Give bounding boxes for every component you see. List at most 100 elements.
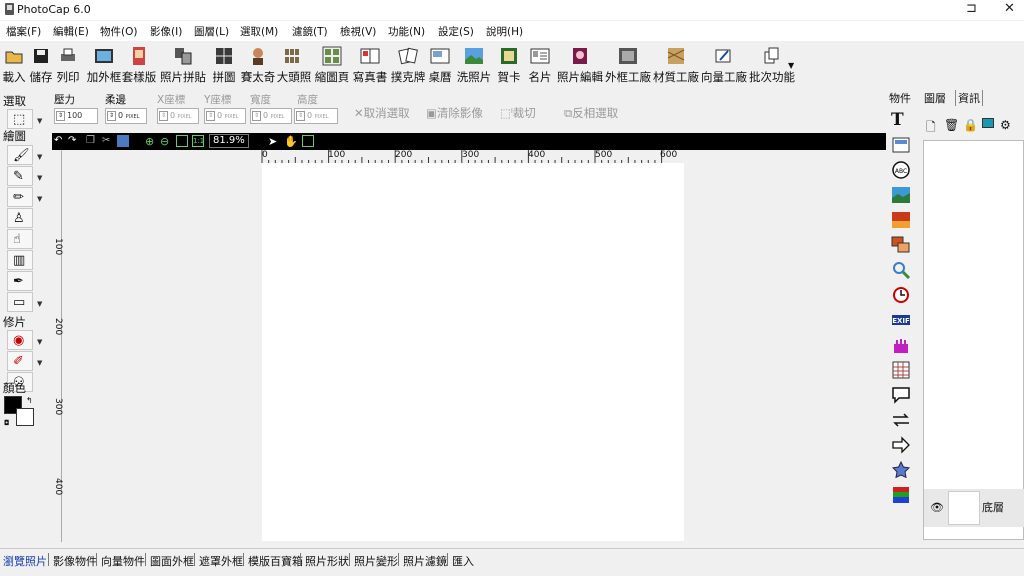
fullscreen-icon[interactable] [302,135,314,147]
close-icon[interactable]: ✕ [1004,1,1015,16]
menu-edit[interactable]: 編輯(E) [53,24,89,39]
rect-select-tool[interactable]: ⬚ [7,109,33,129]
print-button[interactable]: 列印 [57,43,80,88]
birthday-cake-icon[interactable] [891,335,911,355]
crop-button[interactable]: ⬚ˡ裁切 [500,105,536,121]
menu-view[interactable]: 檢視(V) [340,24,376,39]
menu-function[interactable]: 功能(N) [388,24,425,39]
invert-select-button[interactable]: ⧉反相選取 [564,105,618,121]
clock-icon[interactable] [891,285,911,305]
tab-layers[interactable]: 圖層 [922,90,948,106]
greeting-card-button[interactable]: 賀卡 [497,43,521,88]
image-object-icon[interactable] [891,185,911,205]
width-spinner[interactable]: ⇕ 0 PIXEL [250,108,292,124]
tab-import[interactable]: 匯入 [452,553,474,569]
double-arrow-icon[interactable] [891,410,911,430]
tab-picture-frames[interactable]: 圖面外框 [150,553,194,569]
mosaic-button[interactable]: 賽太奇 [241,43,275,88]
eyedropper-tool[interactable]: ✒ [7,271,33,291]
red-eye-tool[interactable]: ◉ [7,330,33,350]
photo-collage-button[interactable]: 照片拼貼 [160,43,206,88]
frame-factory-button[interactable]: 外框工廠 [605,43,651,88]
shape-tool[interactable]: ▭ [7,292,33,312]
layer-settings-icon[interactable]: ⚙ [1000,118,1011,132]
zoom-in-icon[interactable]: ⊕ [145,135,157,148]
menu-image[interactable]: 影像(I) [150,24,182,39]
copy-icon[interactable]: ❐ [86,135,98,147]
id-photo-button[interactable]: 大頭照 [277,43,311,88]
x-coord-spinner[interactable]: ⇕ 0 PIXEL [157,108,199,124]
vector-factory-button[interactable]: 向量工廠 [701,43,747,88]
text-box-icon[interactable] [891,135,911,155]
restore-icon[interactable]: ⊐ [966,1,977,16]
trash-icon[interactable]: 🗑 [944,118,959,132]
swap-colors-icon[interactable]: ↰ [26,396,33,405]
tab-vector-objects[interactable]: 向量物件 [101,553,145,569]
actual-size-icon[interactable]: 1:1 [192,135,204,147]
red-eye-dropdown-icon[interactable]: ▼ [37,338,42,346]
photo-stack-icon[interactable] [891,235,911,255]
text-tool-icon[interactable]: T [891,110,911,130]
sunset-photo-icon[interactable] [891,210,911,230]
menu-file[interactable]: 檔案(F) [6,24,41,39]
menu-layer[interactable]: 圖層(L) [194,24,229,39]
gradient-tool[interactable]: ▥ [7,250,33,270]
height-spinner[interactable]: ⇕ 0 PIXEL [294,108,338,124]
eraser-dropdown-icon[interactable]: ▼ [37,174,42,182]
brush-dropdown-icon[interactable]: ▼ [37,153,42,161]
layer-row[interactable]: 👁 底層 [924,489,1024,527]
tab-browse-photos[interactable]: 瀏覽照片 [3,553,47,569]
load-button[interactable]: 載入 [3,43,26,88]
feather-spinner[interactable]: ⇕ 0 PIXEL [105,108,147,124]
blank-canvas-page[interactable] [262,163,684,541]
tab-info[interactable]: 資訊 [955,90,983,106]
fit-window-icon[interactable] [176,135,188,147]
pressure-spinner[interactable]: ⇕ 100 [54,108,98,124]
undo-icon[interactable]: ↶ [54,135,66,147]
save-button[interactable]: 儲存 [30,43,53,88]
photo-book-button[interactable]: 寫真書 [353,43,387,88]
pencil-tool[interactable]: ✏ [7,187,33,207]
pointer-arrow-icon[interactable]: ➤ [268,135,280,148]
background-color-swatch[interactable] [16,408,34,426]
speech-bubble-icon[interactable] [891,385,911,405]
calendar-button[interactable]: 桌曆 [428,43,452,88]
tab-template-box[interactable]: 模版百寶箱 [248,553,303,569]
menu-filter[interactable]: 濾鏡(T) [292,24,328,39]
layer-thumbnail-icon[interactable] [982,118,994,128]
visibility-eye-icon[interactable]: 👁 [930,501,944,514]
star-shape-icon[interactable] [891,460,911,480]
abc-bubble-icon[interactable]: ABC [891,160,911,180]
tab-mask-frames[interactable]: 遮罩外框 [199,553,243,569]
paste-icon[interactable] [117,135,129,147]
print-photo-button[interactable]: 洗照片 [457,43,491,88]
pencil-dropdown-icon[interactable]: ▼ [37,195,42,203]
photo-edit-button[interactable]: 照片編輯 [557,43,603,88]
reset-colors-icon[interactable]: ◘ [4,419,10,427]
menu-settings[interactable]: 設定(S) [438,24,474,39]
lock-icon[interactable]: 🔒 [963,118,978,132]
select-dropdown-icon[interactable]: ▼ [37,117,42,125]
apply-template-button[interactable]: 套樣版 [122,43,156,88]
tab-photo-shapes[interactable]: 照片形狀 [305,553,349,569]
calendar-grid-icon[interactable] [891,360,911,380]
tab-photo-deform[interactable]: 照片變形 [354,553,398,569]
batch-dropdown-arrow-icon[interactable]: ▼ [788,61,794,70]
zoom-out-icon[interactable]: ⊖ [160,135,172,148]
shape-dropdown-icon[interactable]: ▼ [37,300,42,308]
tab-image-objects[interactable]: 影像物件 [53,553,97,569]
business-card-button[interactable]: 名片 [528,43,552,88]
retouch-dropdown-icon[interactable]: ▼ [37,359,42,367]
hand-pan-icon[interactable]: ✋ [284,135,298,148]
brush-tool[interactable]: 🖌 [7,145,33,165]
arrow-shape-icon[interactable] [891,435,911,455]
batch-function-button[interactable]: 批次功能 [749,43,795,88]
tab-photo-filters[interactable]: 照片濾鏡 [403,553,447,569]
menu-help[interactable]: 說明(H) [486,24,523,39]
cancel-select-button[interactable]: ✕取消選取 [354,105,410,121]
cut-icon[interactable]: ✂ [102,135,114,147]
clear-image-button[interactable]: ▣清除影像 [426,105,483,121]
redo-icon[interactable]: ↷ [68,135,80,147]
menu-object[interactable]: 物件(O) [100,24,137,39]
texture-factory-button[interactable]: 材質工廠 [653,43,699,88]
